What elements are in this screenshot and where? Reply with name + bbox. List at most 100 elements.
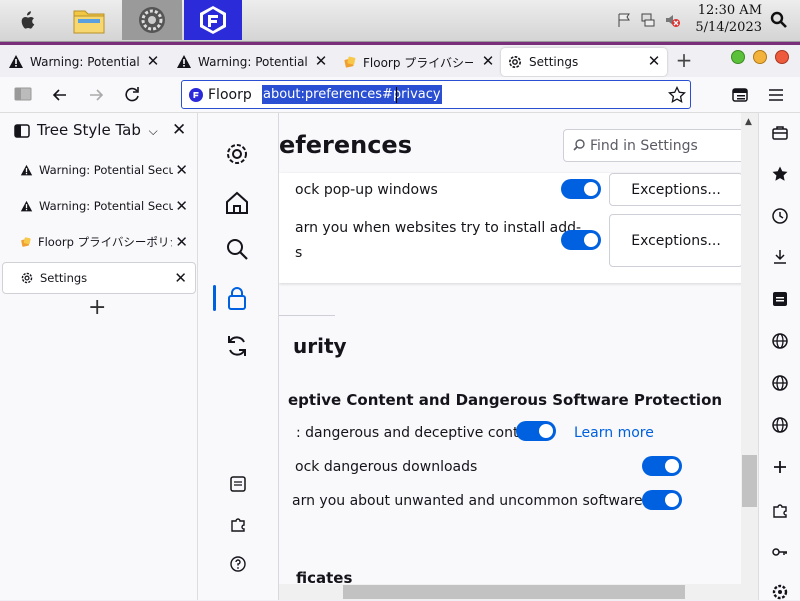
settings-content: eferences Find in Settings ock pop-up wi…: [279, 113, 758, 600]
downloads-icon[interactable]: [771, 248, 789, 266]
tree-tab-warning-2[interactable]: Warning: Potential Securit ✕: [0, 190, 198, 222]
window-maximize-button[interactable]: [731, 50, 745, 64]
block-popups-toggle[interactable]: [561, 179, 601, 199]
addons-warning-toggle[interactable]: [561, 230, 601, 250]
new-tab-plus-icon[interactable]: +: [88, 297, 106, 319]
tree-tab-floorp-privacy[interactable]: Floorp プライバシーポリシ ✕: [0, 226, 198, 258]
new-tab-button[interactable]: +: [674, 50, 694, 70]
globe-icon[interactable]: [771, 374, 789, 392]
addons-exceptions-button[interactable]: Exceptions...: [609, 214, 743, 267]
general-gear-icon[interactable]: [223, 140, 251, 168]
sidebar-title-label: Tree Style Tab: [37, 121, 141, 139]
floorp-logo-icon: [188, 87, 204, 103]
floorp-app-icon[interactable]: [184, 0, 242, 40]
vertical-scrollbar[interactable]: ▲: [741, 113, 758, 600]
network-icon[interactable]: [638, 0, 658, 40]
warn-unwanted-toggle[interactable]: [642, 490, 682, 510]
warning-icon: [8, 54, 24, 70]
tab-settings[interactable]: Settings ✕: [501, 48, 667, 76]
notes-icon[interactable]: [771, 290, 789, 308]
reload-button[interactable]: [122, 85, 142, 105]
tab-floorp-privacy[interactable]: Floorp プライバシー・ポ ✕: [337, 48, 501, 76]
vertical-scroll-thumb[interactable]: [742, 455, 757, 507]
horizontal-scroll-thumb[interactable]: [343, 585, 685, 599]
clock-time: 12:30 AM: [697, 3, 762, 18]
find-in-settings-field[interactable]: Find in Settings: [563, 129, 745, 162]
apple-menu-icon[interactable]: [12, 0, 44, 40]
tree-tab-label: Warning: Potential Securit: [39, 199, 173, 213]
sync-icon[interactable]: [223, 332, 251, 360]
block-dangerous-content-toggle[interactable]: [516, 421, 556, 441]
tab-warning-1[interactable]: Warning: Potential Se ✕: [2, 48, 166, 76]
tree-tab-label: Floorp プライバシーポリシ: [38, 235, 172, 249]
sidebar-settings-gear-icon[interactable]: [771, 583, 789, 601]
warning-icon: [20, 200, 33, 213]
close-tab-icon[interactable]: ✕: [314, 54, 328, 69]
block-downloads-toggle[interactable]: [642, 456, 682, 476]
briefcase-icon[interactable]: [771, 124, 789, 142]
firefox-more-icon[interactable]: [229, 475, 247, 493]
folder-icon[interactable]: [70, 0, 108, 40]
tree-tab-settings[interactable]: Settings ✕: [2, 262, 196, 294]
selected-indicator: [213, 285, 216, 311]
search-icon[interactable]: [768, 0, 790, 40]
close-tab-icon[interactable]: ✕: [175, 163, 188, 178]
tree-tab-label: Settings: [40, 271, 88, 285]
system-settings-icon[interactable]: [122, 0, 182, 40]
search-icon[interactable]: [223, 235, 251, 263]
warn-unwanted-label: arn you about unwanted and uncommon soft…: [292, 493, 643, 509]
os-taskbar: 12:30 AM 5/14/2023: [0, 0, 800, 42]
url-bar[interactable]: Floorp about:preferences#privacy: [181, 80, 691, 109]
right-sidebar: [758, 113, 800, 600]
tab-label: Warning: Potential Se: [30, 55, 140, 69]
close-tab-icon[interactable]: ✕: [174, 271, 187, 286]
extensions-puzzle-icon[interactable]: [771, 501, 789, 519]
learn-more-link[interactable]: Learn more: [574, 425, 654, 441]
globe-icon[interactable]: [771, 416, 789, 434]
clock[interactable]: 12:30 AM 5/14/2023: [695, 2, 762, 36]
window-close-button[interactable]: [775, 50, 789, 64]
scroll-up-arrow-icon[interactable]: ▲: [745, 117, 752, 127]
help-icon[interactable]: [229, 555, 247, 573]
block-downloads-label: ock dangerous downloads: [295, 459, 478, 475]
history-clock-icon[interactable]: [771, 207, 789, 225]
close-tab-icon[interactable]: ✕: [481, 54, 495, 69]
text-cursor-icon: [396, 87, 404, 103]
sidebar-title[interactable]: Tree Style Tab ⌵: [37, 121, 158, 139]
forward-button[interactable]: [86, 85, 106, 105]
tab-warning-2[interactable]: Warning: Potential Se ✕: [170, 48, 334, 76]
popups-exceptions-button[interactable]: Exceptions...: [609, 173, 743, 206]
close-tab-icon[interactable]: ✕: [647, 54, 661, 69]
identity-label: Floorp: [208, 86, 252, 103]
volume-muted-icon[interactable]: [662, 0, 682, 40]
window-minimize-button[interactable]: [753, 50, 767, 64]
privacy-lock-icon[interactable]: [223, 284, 251, 312]
addons-warning-label-cont: s: [295, 245, 303, 261]
block-popups-label: ock pop-up windows: [295, 182, 438, 198]
sidebar-toggle-icon[interactable]: [14, 86, 32, 102]
gear-icon: [507, 54, 523, 70]
horizontal-scrollbar[interactable]: [279, 584, 741, 600]
close-tab-icon[interactable]: ✕: [175, 235, 188, 250]
bookmarks-star-icon[interactable]: [771, 165, 789, 183]
reader-view-icon[interactable]: [731, 86, 749, 104]
bookmark-star-icon[interactable]: [668, 86, 686, 104]
nav-toolbar: Floorp about:preferences#privacy: [0, 77, 800, 113]
back-button[interactable]: [50, 85, 70, 105]
close-tab-icon[interactable]: ✕: [146, 54, 160, 69]
extensions-puzzle-icon[interactable]: [229, 515, 247, 533]
add-panel-plus-icon[interactable]: [771, 458, 789, 476]
hamburger-menu-icon[interactable]: [767, 86, 785, 104]
search-icon: [572, 138, 586, 152]
globe-icon[interactable]: [771, 332, 789, 350]
identity-box[interactable]: Floorp: [188, 84, 252, 105]
url-input[interactable]: about:preferences#privacy: [262, 85, 442, 104]
tree-style-tab-sidebar: Tree Style Tab ⌵ ✕ Warning: Potential Se…: [0, 113, 198, 600]
home-icon[interactable]: [223, 189, 251, 217]
addons-warning-label: arn you when websites try to install add…: [295, 220, 582, 236]
close-sidebar-icon[interactable]: ✕: [172, 122, 186, 139]
close-tab-icon[interactable]: ✕: [175, 199, 188, 214]
tree-tab-warning-1[interactable]: Warning: Potential Securit ✕: [0, 154, 198, 186]
key-icon[interactable]: [771, 543, 789, 561]
flag-icon[interactable]: [614, 0, 634, 40]
